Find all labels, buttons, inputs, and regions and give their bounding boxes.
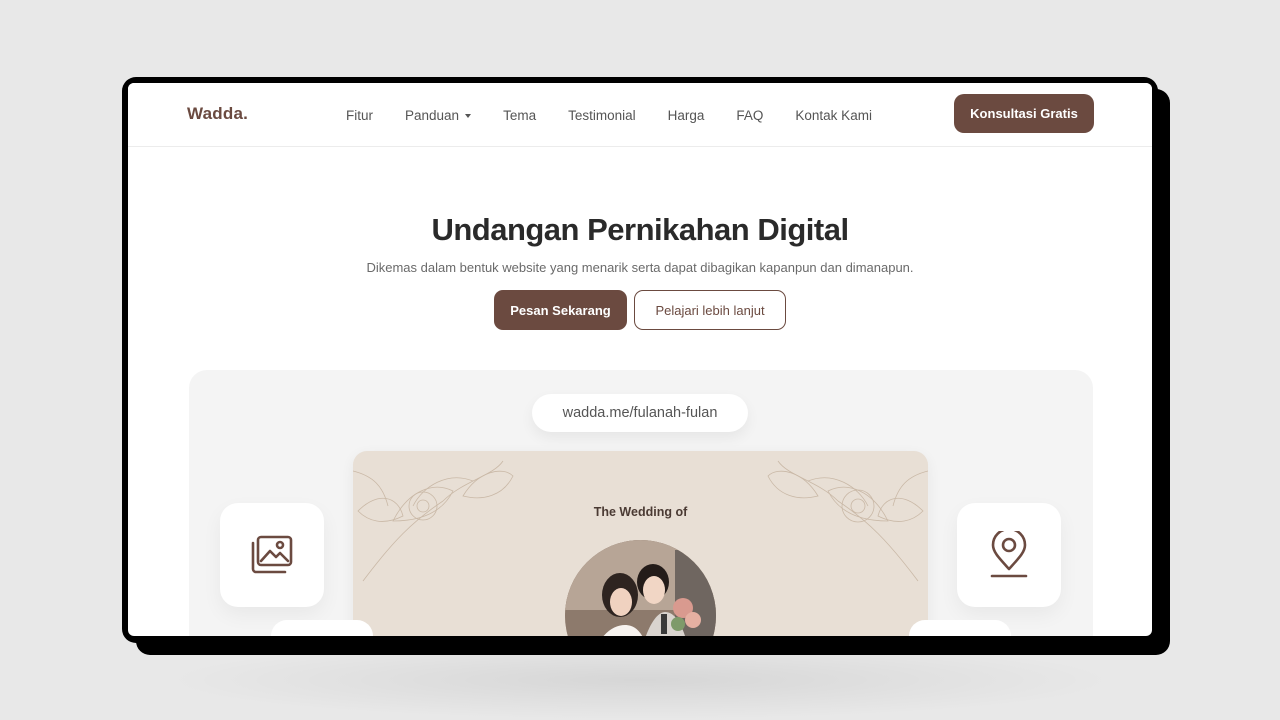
nav-item-tema[interactable]: Tema: [503, 108, 536, 123]
floral-decoration-left: [353, 460, 514, 582]
caret-down-icon: [465, 113, 472, 118]
nav-item-testimonial[interactable]: Testimonial: [568, 108, 636, 123]
hero-title: Undangan Pernikahan Digital: [431, 212, 849, 247]
nav-item-label: Testimonial: [568, 107, 636, 123]
invitation-card-preview: The Wedding of: [353, 451, 928, 636]
learn-more-button[interactable]: Pelajari lebih lanjut: [634, 290, 786, 330]
floral-decoration-right: [767, 460, 928, 582]
nav-item-label: Kontak Kami: [795, 107, 872, 123]
gallery-icon: [251, 535, 293, 574]
nav-item-label: FAQ: [736, 107, 764, 123]
nav-item-panduan[interactable]: Panduan: [405, 107, 472, 123]
nav-item-harga[interactable]: Harga: [668, 108, 705, 123]
nav-item-label: Harga: [667, 107, 705, 123]
nav-item-fitur[interactable]: Fitur: [346, 108, 373, 123]
nav-item-label: Fitur: [346, 107, 373, 123]
card-heading: The Wedding of: [593, 505, 688, 519]
gallery-feature-tile: [220, 503, 324, 607]
order-now-button[interactable]: Pesan Sekarang: [494, 290, 627, 330]
navbar: Wadda. Fitur Panduan Tema Testimonial Ha…: [128, 83, 1152, 147]
hero-subtitle: Dikemas dalam bentuk website yang menari…: [366, 260, 914, 275]
website-screen: Wadda. Fitur Panduan Tema Testimonial Ha…: [128, 83, 1152, 636]
nav-item-label: Tema: [503, 107, 537, 123]
couple-photo: [565, 540, 716, 636]
consultation-button[interactable]: Konsultasi Gratis: [954, 94, 1094, 133]
location-feature-tile: [957, 503, 1061, 607]
url-pill: wadda.me/fulanah-fulan: [532, 394, 748, 432]
nav-item-faq[interactable]: FAQ: [736, 108, 763, 123]
nav-item-kontak-kami[interactable]: Kontak Kami: [795, 108, 872, 123]
nav-links: Fitur Panduan Tema Testimonial Harga FAQ…: [346, 83, 904, 147]
feature-tile-partial-right: [909, 620, 1011, 636]
feature-tile-partial-left: [271, 620, 373, 636]
logo[interactable]: Wadda.: [187, 104, 248, 124]
nav-item-label: Panduan: [405, 107, 460, 123]
location-pin-icon: [990, 531, 1028, 578]
